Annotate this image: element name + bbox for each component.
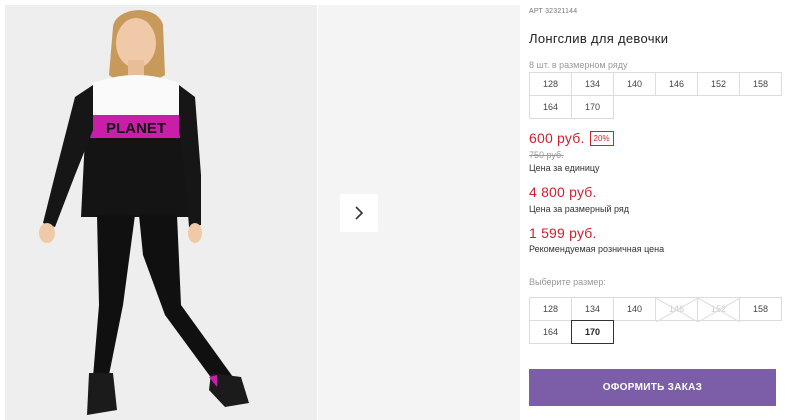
product-gallery: PLANET bbox=[0, 0, 520, 420]
size-row-caption: 8 шт. в размерном ряду bbox=[529, 60, 628, 70]
product-title: Лонгслив для девочки bbox=[529, 31, 669, 46]
retail-price: 1 599 руб. bbox=[529, 225, 597, 241]
crossed-out-icon bbox=[698, 298, 740, 322]
size-row-cell: 146 bbox=[655, 72, 698, 96]
product-photo: PLANET bbox=[5, 5, 317, 420]
size-row-cell: 140 bbox=[613, 72, 656, 96]
size-row-cell: 152 bbox=[697, 72, 740, 96]
article-label: АРТ bbox=[529, 8, 543, 15]
place-order-button[interactable]: ОФОРМИТЬ ЗАКАЗ bbox=[529, 369, 776, 406]
size-row-cell: 134 bbox=[571, 72, 614, 96]
model-illustration: PLANET bbox=[39, 10, 249, 415]
size-row-cell: 170 bbox=[571, 95, 614, 119]
article-value: 32321144 bbox=[545, 8, 578, 15]
chevron-right-icon bbox=[355, 206, 364, 220]
size-row-grid: 128 134 140 146 152 158 164 170 bbox=[529, 72, 782, 119]
current-price: 600 руб. bbox=[529, 130, 585, 146]
size-option[interactable]: 158 bbox=[739, 297, 782, 321]
row-price: 4 800 руб. bbox=[529, 184, 597, 200]
product-details: АРТ 32321144 Лонгслив для девочки 8 шт. … bbox=[529, 0, 789, 420]
choose-size-caption: Выберите размер: bbox=[529, 277, 606, 287]
size-option[interactable]: 140 bbox=[613, 297, 656, 321]
size-picker-grid: 128 134 140 146 152 158 164 170 bbox=[529, 297, 782, 344]
print-text: PLANET bbox=[106, 120, 166, 137]
old-price: 750 руб. bbox=[529, 150, 564, 160]
size-row-cell: 128 bbox=[529, 72, 572, 96]
gallery-next-button[interactable] bbox=[340, 194, 378, 232]
size-option-unavailable: 152 bbox=[697, 297, 740, 322]
size-option[interactable]: 128 bbox=[529, 297, 572, 321]
size-option-selected[interactable]: 170 bbox=[571, 320, 614, 344]
size-row-cell: 164 bbox=[529, 95, 572, 119]
row-price-note: Цена за размерный ряд bbox=[529, 204, 630, 214]
discount-badge: 20% bbox=[589, 130, 614, 146]
size-option[interactable]: 164 bbox=[529, 320, 572, 344]
crossed-out-icon bbox=[656, 298, 698, 322]
size-option-unavailable: 146 bbox=[655, 297, 698, 322]
article-number: АРТ 32321144 bbox=[529, 8, 577, 15]
retail-price-note: Рекомендуемая розничная цена bbox=[529, 244, 665, 254]
price-row: 600 руб. 20% bbox=[529, 130, 614, 146]
size-row-cell: 158 bbox=[739, 72, 782, 96]
unit-price-note: Цена за единицу bbox=[529, 163, 600, 173]
size-option[interactable]: 134 bbox=[571, 297, 614, 321]
